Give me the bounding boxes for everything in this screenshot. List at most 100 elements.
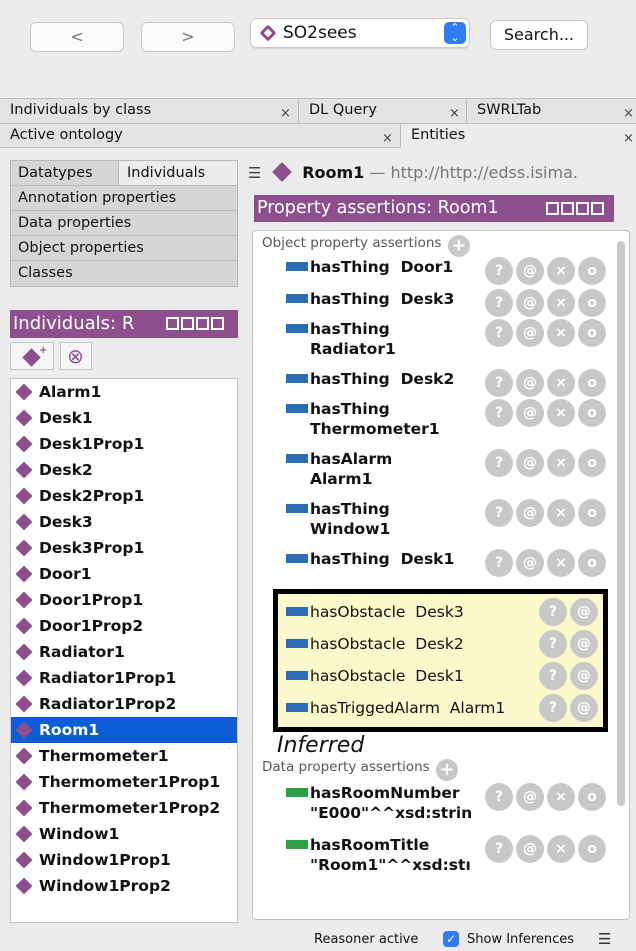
close-view-icon[interactable] — [591, 202, 604, 215]
tab-individuals-by-class[interactable]: Individuals by class × — [0, 99, 298, 123]
subtab-classes[interactable]: Classes — [11, 261, 237, 286]
tab-swrltab[interactable]: SWRLTab × — [466, 99, 636, 123]
subtab-individuals[interactable]: Individuals — [119, 161, 237, 185]
help-button[interactable]: ? — [485, 257, 513, 285]
help-button[interactable]: ? — [485, 289, 513, 317]
edit-button[interactable]: o — [578, 449, 606, 477]
edit-button[interactable]: o — [578, 835, 606, 863]
annotate-button[interactable]: @ — [516, 369, 544, 397]
split-view-icon[interactable] — [546, 202, 559, 215]
object-property-assertion[interactable]: hasThing Radiator1? @ × o — [286, 319, 606, 363]
help-button[interactable]: ? — [485, 835, 513, 863]
subtab-object-properties[interactable]: Object properties — [11, 236, 237, 261]
delete-button[interactable]: × — [547, 369, 575, 397]
individual-item[interactable]: Radiator1Prop1 — [11, 665, 237, 691]
individual-item[interactable]: Door1Prop2 — [11, 613, 237, 639]
annotate-button[interactable]: @ — [570, 694, 598, 722]
close-icon[interactable]: × — [449, 102, 460, 125]
annotate-button[interactable]: @ — [516, 319, 544, 347]
add-individual-button[interactable]: + — [10, 342, 54, 370]
close-icon[interactable]: × — [623, 102, 634, 125]
annotate-button[interactable]: @ — [570, 662, 598, 690]
edit-button[interactable]: o — [578, 319, 606, 347]
help-button[interactable]: ? — [485, 319, 513, 347]
object-property-assertion[interactable]: hasThing Desk2? @ × o — [286, 369, 606, 397]
object-property-assertion[interactable]: hasThing Desk1? @ × o — [286, 549, 606, 577]
help-button[interactable]: ? — [539, 630, 567, 658]
delete-button[interactable]: × — [547, 319, 575, 347]
minimize-view-icon[interactable] — [561, 202, 574, 215]
stepper-icon[interactable]: ⌃ ⌄ — [444, 22, 466, 44]
delete-button[interactable]: × — [547, 399, 575, 427]
object-property-assertion[interactable]: hasThing Desk3? @ × o — [286, 289, 606, 317]
annotate-button[interactable]: @ — [570, 630, 598, 658]
annotate-button[interactable]: @ — [516, 549, 544, 577]
help-button[interactable]: ? — [485, 369, 513, 397]
edit-button[interactable]: o — [578, 399, 606, 427]
menu-icon[interactable]: ☰ — [248, 160, 264, 186]
split-view-icon[interactable] — [166, 317, 179, 330]
inferred-assertion[interactable]: hasObstacle Desk1? @ — [286, 662, 606, 690]
maximize-view-icon[interactable] — [576, 202, 589, 215]
delete-button[interactable]: × — [547, 783, 575, 811]
annotate-button[interactable]: @ — [516, 257, 544, 285]
data-property-assertion[interactable]: hasRoomTitle "Room1"^^xsd:stı? @ × o — [286, 835, 606, 879]
edit-button[interactable]: o — [578, 549, 606, 577]
annotate-button[interactable]: @ — [570, 598, 598, 626]
tab-entities[interactable]: Entities × — [400, 124, 636, 148]
edit-button[interactable]: o — [578, 499, 606, 527]
help-button[interactable]: ? — [485, 783, 513, 811]
tab-dl-query[interactable]: DL Query × — [298, 99, 466, 123]
inferred-assertion[interactable]: hasObstacle Desk2? @ — [286, 630, 606, 658]
help-button[interactable]: ? — [485, 499, 513, 527]
individual-item[interactable]: Desk1 — [11, 405, 237, 431]
delete-button[interactable]: × — [547, 835, 575, 863]
data-property-assertion[interactable]: hasRoomNumber "E000"^^xsd:strin? @ × o — [286, 783, 606, 827]
annotate-button[interactable]: @ — [516, 835, 544, 863]
object-property-assertion[interactable]: hasThing Thermometer1? @ × o — [286, 399, 606, 443]
search-button[interactable]: Search... — [490, 20, 588, 50]
ontology-select[interactable]: SO2sees ⌃ ⌄ — [250, 18, 470, 48]
close-icon[interactable]: × — [623, 127, 634, 150]
subtab-annotation-properties[interactable]: Annotation properties — [11, 186, 237, 211]
annotate-button[interactable]: @ — [516, 399, 544, 427]
minimize-view-icon[interactable] — [181, 317, 194, 330]
delete-button[interactable]: × — [547, 499, 575, 527]
subtab-datatypes[interactable]: Datatypes — [11, 161, 119, 185]
individual-item[interactable]: Thermometer1Prop1 — [11, 769, 237, 795]
close-icon[interactable]: × — [382, 127, 393, 150]
individual-item[interactable]: Window1Prop2 — [11, 873, 237, 899]
individual-item[interactable]: Desk1Prop1 — [11, 431, 237, 457]
subtab-data-properties[interactable]: Data properties — [11, 211, 237, 236]
close-icon[interactable]: × — [280, 102, 291, 125]
delete-button[interactable]: × — [547, 289, 575, 317]
delete-individual-button[interactable]: ⊗ — [60, 342, 92, 370]
delete-button[interactable]: × — [547, 257, 575, 285]
object-property-assertion[interactable]: hasAlarm Alarm1? @ × o — [286, 449, 606, 493]
edit-button[interactable]: o — [578, 369, 606, 397]
individual-item[interactable]: Desk2 — [11, 457, 237, 483]
back-button[interactable]: < — [30, 22, 124, 52]
maximize-view-icon[interactable] — [196, 317, 209, 330]
individual-item[interactable]: Window1Prop1 — [11, 847, 237, 873]
delete-button[interactable]: × — [547, 449, 575, 477]
annotate-button[interactable]: @ — [516, 449, 544, 477]
individual-item[interactable]: Desk2Prop1 — [11, 483, 237, 509]
help-button[interactable]: ? — [539, 694, 567, 722]
object-property-assertion[interactable]: hasThing Window1? @ × o — [286, 499, 606, 543]
annotate-button[interactable]: @ — [516, 289, 544, 317]
inferred-assertion[interactable]: hasTriggedAlarm Alarm1? @ — [286, 694, 606, 722]
individual-item[interactable]: Door1 — [11, 561, 237, 587]
individual-item[interactable]: Desk3 — [11, 509, 237, 535]
add-data-property-button[interactable]: + — [436, 759, 458, 781]
individual-item[interactable]: Radiator1 — [11, 639, 237, 665]
annotate-button[interactable]: @ — [516, 499, 544, 527]
help-button[interactable]: ? — [485, 449, 513, 477]
edit-button[interactable]: o — [578, 289, 606, 317]
forward-button[interactable]: > — [141, 22, 235, 52]
individual-item[interactable]: Desk3Prop1 — [11, 535, 237, 561]
object-property-assertion[interactable]: hasThing Door1? @ × o — [286, 257, 606, 285]
individual-item[interactable]: Window1 — [11, 821, 237, 847]
individual-item[interactable]: Thermometer1Prop2 — [11, 795, 237, 821]
individual-item[interactable]: Thermometer1 — [11, 743, 237, 769]
